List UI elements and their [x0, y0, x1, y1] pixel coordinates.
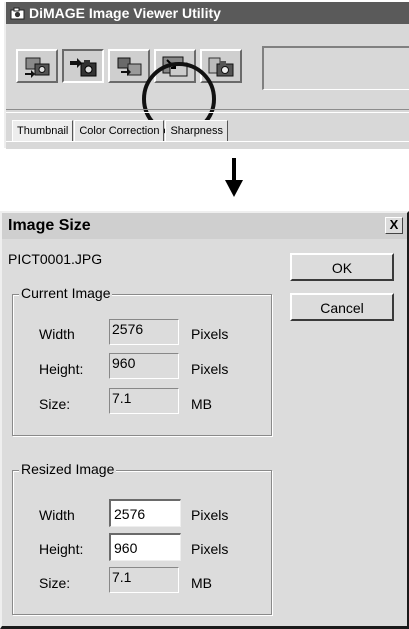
resized-size-value: 7.1 — [109, 567, 179, 593]
app-title: DiMAGE Image Viewer Utility — [29, 5, 221, 21]
current-height-unit: Pixels — [191, 361, 229, 377]
toolbar-panel — [262, 46, 409, 90]
current-image-legend: Current Image — [19, 285, 113, 301]
toolbar — [6, 30, 409, 136]
current-height-label: Height: — [39, 361, 84, 377]
close-icon: X — [389, 217, 399, 232]
resized-width-input[interactable] — [109, 499, 181, 527]
resized-image-group: Resized Image Width Pixels Height: Pixel… — [12, 461, 272, 615]
app-window: DiMAGE Image Viewer Utility Thumbnail Co… — [4, 2, 409, 149]
file-name: PICT0001.JPG — [8, 251, 103, 267]
dialog-title: Image Size — [8, 217, 91, 234]
toolbar-button-1[interactable] — [16, 49, 58, 83]
tab-color-correction[interactable]: Color Correction — [74, 120, 165, 141]
resized-height-input[interactable] — [109, 533, 181, 561]
toolbar-button-resize[interactable] — [154, 49, 196, 83]
current-size-value: 7.1 — [109, 388, 179, 414]
resized-height-label: Height: — [39, 541, 84, 557]
down-arrow-icon — [224, 158, 244, 198]
toolbar-button-3[interactable] — [108, 49, 150, 83]
current-height-value: 960 — [109, 353, 179, 379]
ok-button[interactable]: OK — [290, 253, 394, 281]
tab-sharpness[interactable]: Sharpness — [165, 120, 229, 141]
close-button[interactable]: X — [385, 217, 403, 234]
current-width-value: 2576 — [109, 319, 179, 345]
dialog-titlebar: Image Size X — [2, 213, 407, 239]
toolbar-button-5[interactable] — [200, 49, 242, 83]
resized-width-label: Width — [39, 507, 75, 523]
app-titlebar: DiMAGE Image Viewer Utility — [6, 2, 409, 24]
current-width-unit: Pixels — [191, 326, 229, 342]
current-size-unit: MB — [191, 396, 212, 412]
current-image-group: Current Image Width 2576 Pixels Height: … — [12, 285, 272, 436]
toolbar-button-2[interactable] — [62, 49, 104, 83]
resized-size-unit: MB — [191, 575, 212, 591]
app-camera-icon — [10, 6, 25, 20]
current-size-label: Size: — [39, 396, 71, 412]
tab-panel — [6, 141, 409, 149]
toolbar-divider — [6, 109, 409, 113]
current-width-label: Width — [39, 326, 75, 342]
resized-size-label: Size: — [39, 575, 71, 591]
tab-thumbnail[interactable]: Thumbnail — [12, 120, 74, 141]
image-size-dialog: Image Size X PICT0001.JPG OK Cancel Curr… — [0, 211, 409, 629]
resized-image-legend: Resized Image — [19, 461, 117, 477]
resized-width-unit: Pixels — [191, 507, 229, 523]
resized-height-unit: Pixels — [191, 541, 229, 557]
cancel-button[interactable]: Cancel — [290, 293, 394, 321]
tab-bar: Thumbnail Color Correction Sharpness — [12, 120, 229, 142]
